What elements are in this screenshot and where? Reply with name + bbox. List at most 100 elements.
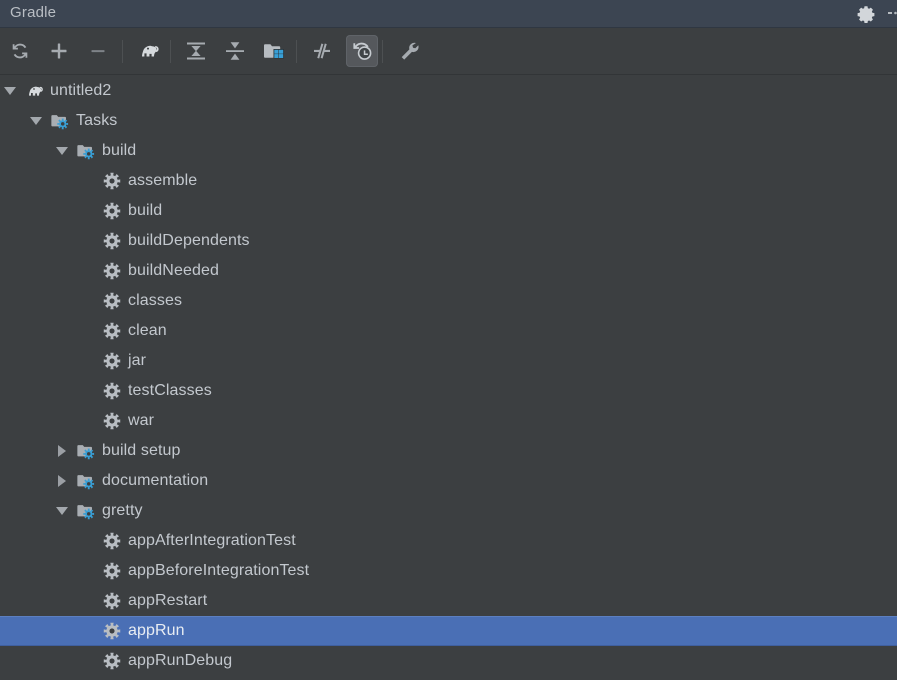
- hide-icon-svg: [888, 11, 897, 15]
- toolbar-separator-3: [382, 40, 383, 63]
- chevron-down-icon[interactable]: [54, 136, 70, 166]
- tree-node-documentation[interactable]: documentation: [0, 466, 897, 496]
- gear-task-icon: [102, 346, 122, 376]
- wrench-icon: [398, 40, 420, 62]
- execute-task-button[interactable]: [132, 35, 164, 67]
- execution-history-button[interactable]: [346, 35, 378, 67]
- tree-node-build-setup[interactable]: build setup: [0, 436, 897, 466]
- gear-icon[interactable]: [857, 5, 875, 23]
- tree-node-gretty[interactable]: gretty: [0, 496, 897, 526]
- gear-task-icon: [102, 286, 122, 316]
- tree-node-classes[interactable]: classes: [0, 286, 897, 316]
- twisty-arrow: [4, 87, 16, 95]
- collapse-all-button[interactable]: [219, 35, 251, 67]
- task-folder-icon: [76, 496, 96, 526]
- twisty-arrow: [58, 475, 66, 487]
- tree-node-label: classes: [128, 292, 183, 309]
- tree-node-label: assemble: [128, 172, 198, 189]
- chevron-down-icon[interactable]: [28, 106, 44, 136]
- tree-node-buildDependents[interactable]: buildDependents: [0, 226, 897, 256]
- tree-node-label: appRestart: [128, 592, 208, 609]
- tree-node-label: appAfterIntegrationTest: [128, 532, 296, 549]
- tree-node-testClasses[interactable]: testClasses: [0, 376, 897, 406]
- tree-node-appRun[interactable]: appRun: [0, 616, 897, 646]
- tree-node-label: appRunDebug: [128, 652, 233, 669]
- tree-node-assemble[interactable]: assemble: [0, 166, 897, 196]
- attach-module-button[interactable]: [258, 35, 290, 67]
- tree-node-build[interactable]: build: [0, 136, 897, 166]
- tree-node-appRunDebug[interactable]: appRunDebug: [0, 646, 897, 676]
- twisty-arrow: [56, 507, 68, 515]
- tree-node-jar[interactable]: jar: [0, 346, 897, 376]
- tree-node-label: testClasses: [128, 382, 212, 399]
- folder-module-icon: [262, 40, 286, 62]
- toolbar-separator-1: [170, 40, 171, 63]
- gear-task-icon: [102, 316, 122, 346]
- tree-node-appBeforeIntegrationTest[interactable]: appBeforeIntegrationTest: [0, 556, 897, 586]
- chevron-down-icon[interactable]: [54, 496, 70, 526]
- gradle-toolbar: [0, 28, 897, 75]
- tree-node-label: build setup: [102, 442, 181, 459]
- task-folder-icon: [76, 136, 96, 166]
- execution-history-icon: [350, 39, 374, 63]
- tree-node-label: buildNeeded: [128, 262, 219, 279]
- gear-task-icon: [102, 376, 122, 406]
- toggle-offline-button[interactable]: [306, 35, 338, 67]
- tree-node-label: jar: [128, 352, 147, 369]
- gradle-elephant-icon: [24, 76, 44, 106]
- tree-node-appRestart[interactable]: appRestart: [0, 586, 897, 616]
- remove-button[interactable]: [82, 35, 114, 67]
- tree-node-label: gretty: [102, 502, 143, 519]
- gear-task-icon: [102, 406, 122, 436]
- expand-all-button[interactable]: [180, 35, 212, 67]
- gear-task-icon: [102, 166, 122, 196]
- refresh-icon: [9, 40, 31, 62]
- gradle-tool-window: Gradle untitled2 Tasks build assemble bu…: [0, 0, 897, 680]
- tree-node-buildNeeded[interactable]: buildNeeded: [0, 256, 897, 286]
- refresh-button[interactable]: [4, 35, 36, 67]
- toolbar-separator-0: [122, 40, 123, 63]
- gear-task-icon: [102, 646, 122, 676]
- gear-task-icon: [102, 616, 122, 646]
- tree-node-tasks[interactable]: Tasks: [0, 106, 897, 136]
- tree-node-label: untitled2: [50, 82, 112, 99]
- tree-node-untitled2[interactable]: untitled2: [0, 76, 897, 106]
- gear-task-icon: [102, 196, 122, 226]
- toolbar-separator-2: [296, 40, 297, 63]
- gradle-settings-button[interactable]: [393, 35, 425, 67]
- tool-window-titlebar: Gradle: [0, 0, 897, 28]
- task-folder-icon: [76, 466, 96, 496]
- twisty-arrow: [56, 147, 68, 155]
- tree-node-appAfterIntegrationTest[interactable]: appAfterIntegrationTest: [0, 526, 897, 556]
- tree-node-label: build: [102, 142, 137, 159]
- gradle-elephant-icon: [136, 39, 160, 63]
- tree-node-label: documentation: [102, 472, 209, 489]
- gear-task-icon: [102, 256, 122, 286]
- minus-icon: [87, 40, 109, 62]
- gear-task-icon: [102, 586, 122, 616]
- tree-node-label: appBeforeIntegrationTest: [128, 562, 310, 579]
- tree-node-label: appRun: [128, 622, 185, 639]
- expand-all-icon: [184, 39, 208, 63]
- gradle-task-tree[interactable]: untitled2 Tasks build assemble build bui…: [0, 76, 897, 680]
- add-button[interactable]: [43, 35, 75, 67]
- collapse-all-icon: [223, 39, 247, 63]
- task-folder-icon: [50, 106, 70, 136]
- gear-task-icon: [102, 556, 122, 586]
- tool-window-title: Gradle: [10, 4, 57, 21]
- task-folder-icon: [76, 436, 96, 466]
- tree-node-label: buildDependents: [128, 232, 250, 249]
- toggle-offline-icon: [310, 39, 334, 63]
- chevron-right-icon[interactable]: [54, 436, 70, 466]
- chevron-down-icon[interactable]: [2, 76, 18, 106]
- twisty-arrow: [58, 445, 66, 457]
- tree-node-clean[interactable]: clean: [0, 316, 897, 346]
- tree-node-war[interactable]: war: [0, 406, 897, 436]
- hide-icon[interactable]: [888, 11, 897, 17]
- tree-node-label: clean: [128, 322, 167, 339]
- chevron-right-icon[interactable]: [54, 466, 70, 496]
- tree-node-build-task[interactable]: build: [0, 196, 897, 226]
- tree-node-label: Tasks: [76, 112, 118, 129]
- tree-node-label: build: [128, 202, 163, 219]
- gear-icon-svg: [857, 6, 875, 23]
